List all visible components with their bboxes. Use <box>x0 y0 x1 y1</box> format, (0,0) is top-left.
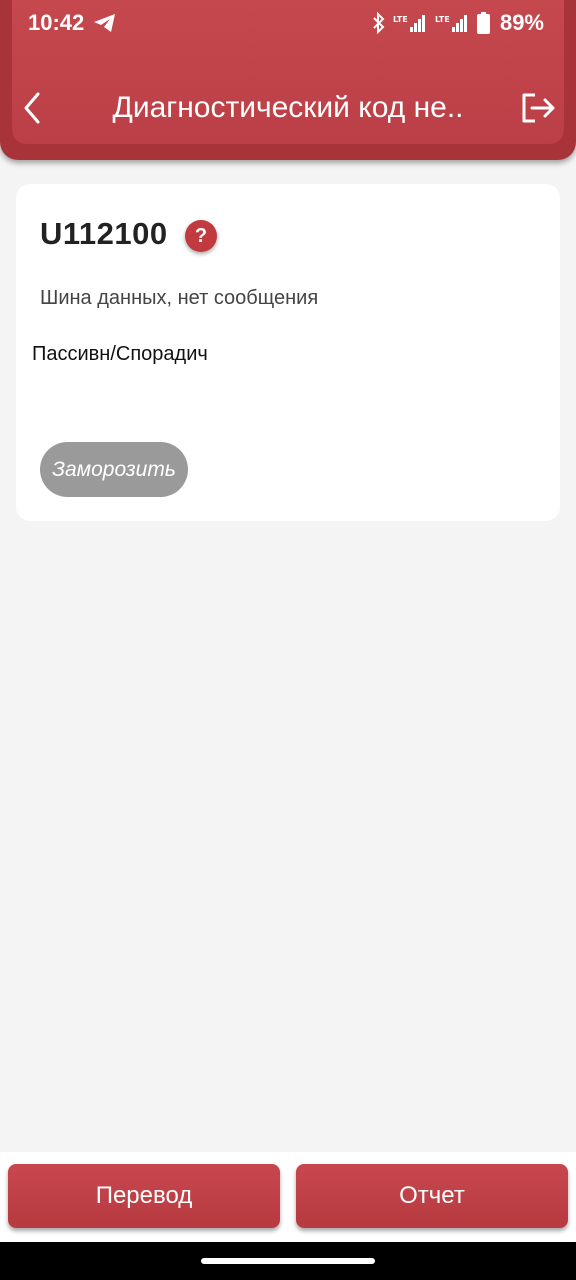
page-title: Диагностический код не.. <box>112 91 464 124</box>
report-button[interactable]: Отчет <box>296 1164 568 1228</box>
bluetooth-icon <box>373 12 385 34</box>
home-indicator[interactable] <box>201 1258 375 1264</box>
app-header: 10:42 LTE LTE 89% Диагностический код не… <box>0 0 576 160</box>
svg-text:LTE: LTE <box>393 15 408 24</box>
battery-percent: 89% <box>499 10 544 35</box>
status-bar: 10:42 LTE LTE 89% <box>0 0 576 46</box>
status-time: 10:42 <box>28 10 85 35</box>
exit-icon[interactable] <box>518 88 558 128</box>
svg-text:LTE: LTE <box>435 15 450 24</box>
dtc-status: Пассивн/Спорадич <box>32 343 208 365</box>
freeze-frame-button[interactable]: Заморозить <box>40 442 188 497</box>
system-nav-bar <box>0 1242 576 1280</box>
lte-signal-icon: LTE <box>435 15 467 32</box>
dtc-card: U112100 ? Шина данных, нет сообщения Пас… <box>16 184 560 521</box>
telegram-icon <box>94 14 115 32</box>
back-chevron-icon[interactable] <box>18 88 50 128</box>
translate-button[interactable]: Перевод <box>8 1164 280 1228</box>
screen: 10:42 LTE LTE 89% Диагностический код не… <box>0 0 576 1280</box>
lte-signal-icon: LTE <box>393 15 425 32</box>
bottom-action-bar: Перевод Отчет <box>0 1152 576 1242</box>
help-icon[interactable]: ? <box>185 220 217 252</box>
battery-icon <box>476 12 490 34</box>
dtc-code: U112100 <box>40 216 168 251</box>
status-icons: LTE LTE 89% <box>371 10 544 36</box>
dtc-description: Шина данных, нет сообщения <box>40 287 319 309</box>
